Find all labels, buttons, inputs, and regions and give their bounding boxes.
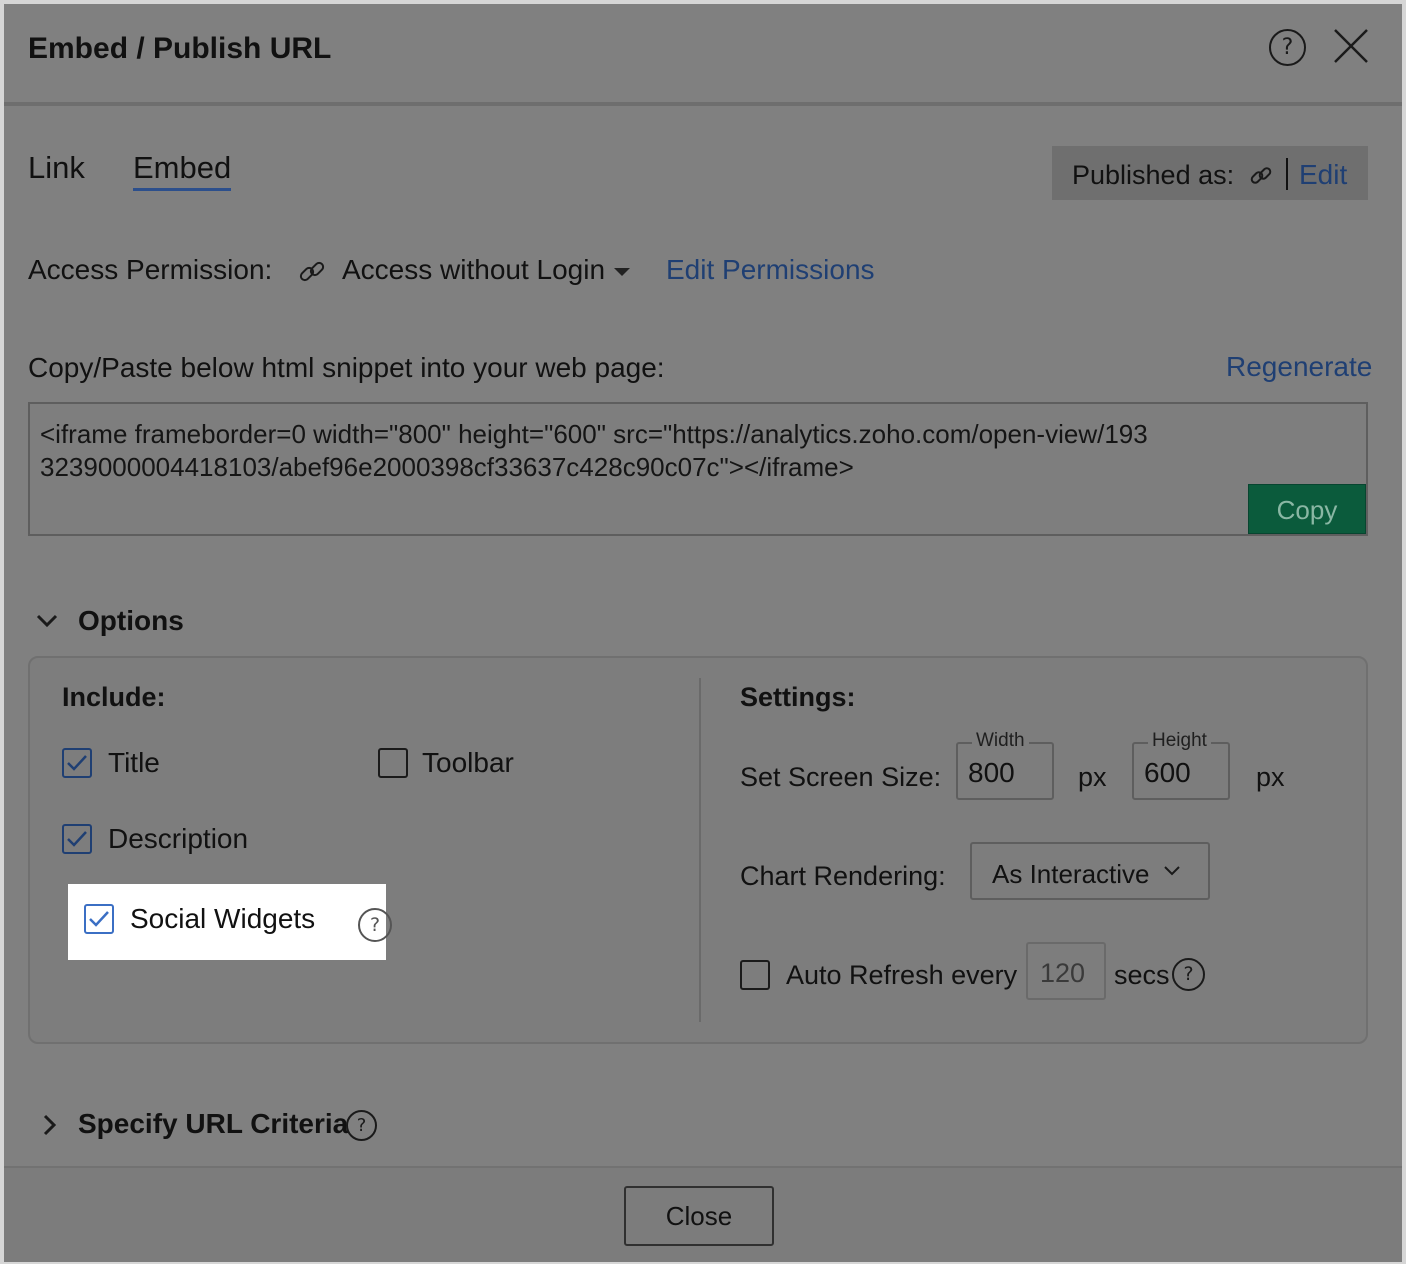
checkmark-icon xyxy=(67,831,87,847)
social-widgets-checkbox-label: Social Widgets xyxy=(130,903,316,934)
description-checkbox[interactable] xyxy=(62,824,92,854)
auto-refresh-label: Auto Refresh every xyxy=(786,960,1018,990)
height-field-label: Height xyxy=(1148,730,1211,752)
auto-refresh-unit: secs xyxy=(1114,960,1170,990)
chevron-down-icon xyxy=(1164,866,1180,876)
height-field-value: 600 xyxy=(1144,757,1191,788)
height-field[interactable]: Height 600 xyxy=(1132,730,1230,800)
tab-link[interactable]: Link xyxy=(28,150,85,186)
chart-rendering-label: Chart Rendering: xyxy=(740,861,946,891)
dialog-title: Embed / Publish URL xyxy=(28,32,332,65)
close-icon[interactable] xyxy=(1331,26,1371,66)
title-checkbox[interactable] xyxy=(62,748,92,778)
chart-rendering-value: As Interactive xyxy=(992,859,1150,889)
toolbar-checkbox-label: Toolbar xyxy=(422,747,514,778)
auto-refresh-checkbox[interactable] xyxy=(740,960,770,990)
dialog-header: Embed / Publish URL ? xyxy=(4,4,1402,106)
width-unit-label: px xyxy=(1078,762,1107,792)
description-checkbox-label: Description xyxy=(108,823,249,854)
access-permission-label: Access Permission: xyxy=(28,254,273,285)
auto-refresh-input[interactable]: 120 xyxy=(1026,942,1106,1000)
auto-refresh-value: 120 xyxy=(1040,958,1086,988)
snippet-code: <iframe frameborder=0 width="800" height… xyxy=(40,419,1148,482)
url-criteria-section-header[interactable]: Specify URL Criteria xyxy=(78,1108,348,1140)
options-divider xyxy=(699,678,701,1022)
width-field-label: Width xyxy=(972,730,1029,752)
social-widgets-checkbox[interactable] xyxy=(84,904,114,934)
chart-rendering-dropdown[interactable]: As Interactive xyxy=(970,842,1210,900)
copy-button[interactable]: Copy xyxy=(1248,484,1366,534)
checkmark-icon xyxy=(89,911,109,927)
published-as-label: Published as: xyxy=(1072,160,1235,190)
snippet-textarea[interactable]: <iframe frameborder=0 width="800" height… xyxy=(28,402,1368,536)
checkmark-icon xyxy=(67,755,87,771)
regenerate-link[interactable]: Regenerate xyxy=(1226,351,1372,383)
tab-embed[interactable]: Embed xyxy=(133,150,232,191)
help-icon[interactable]: ? xyxy=(1172,958,1205,991)
snippet-label: Copy/Paste below html snippet into your … xyxy=(28,352,665,383)
width-field[interactable]: Width 800 xyxy=(956,730,1054,800)
chevron-down-icon[interactable] xyxy=(34,608,60,634)
settings-heading: Settings: xyxy=(740,682,856,712)
access-permission-dropdown[interactable]: Access without Login xyxy=(342,254,605,286)
height-unit-label: px xyxy=(1256,762,1285,792)
include-heading: Include: xyxy=(62,682,166,712)
dialog-footer: Close xyxy=(4,1166,1402,1262)
chevron-right-icon[interactable] xyxy=(40,1112,60,1138)
link-icon xyxy=(1250,167,1272,184)
published-separator xyxy=(1286,158,1288,190)
embed-publish-dialog: Embed / Publish URL ? Link Embed Publish… xyxy=(0,0,1406,1264)
close-button[interactable]: Close xyxy=(624,1186,774,1246)
title-checkbox-label: Title xyxy=(108,747,160,778)
published-edit-link[interactable]: Edit xyxy=(1299,159,1347,191)
options-section-header[interactable]: Options xyxy=(78,605,184,637)
published-as-box: Published as: Edit xyxy=(1052,146,1368,200)
help-icon[interactable]: ? xyxy=(1269,29,1306,66)
options-panel: Include: Title Toolbar Description Socia… xyxy=(28,656,1368,1044)
edit-permissions-link[interactable]: Edit Permissions xyxy=(666,254,875,286)
link-icon xyxy=(299,261,325,282)
help-icon[interactable]: ? xyxy=(346,1110,377,1141)
social-widgets-highlight: Social Widgets ? xyxy=(68,884,392,960)
screen-size-label: Set Screen Size: xyxy=(740,762,942,792)
width-field-value: 800 xyxy=(968,757,1015,788)
caret-down-icon[interactable] xyxy=(614,268,630,276)
toolbar-checkbox[interactable] xyxy=(378,748,408,778)
help-icon[interactable]: ? xyxy=(358,908,392,942)
